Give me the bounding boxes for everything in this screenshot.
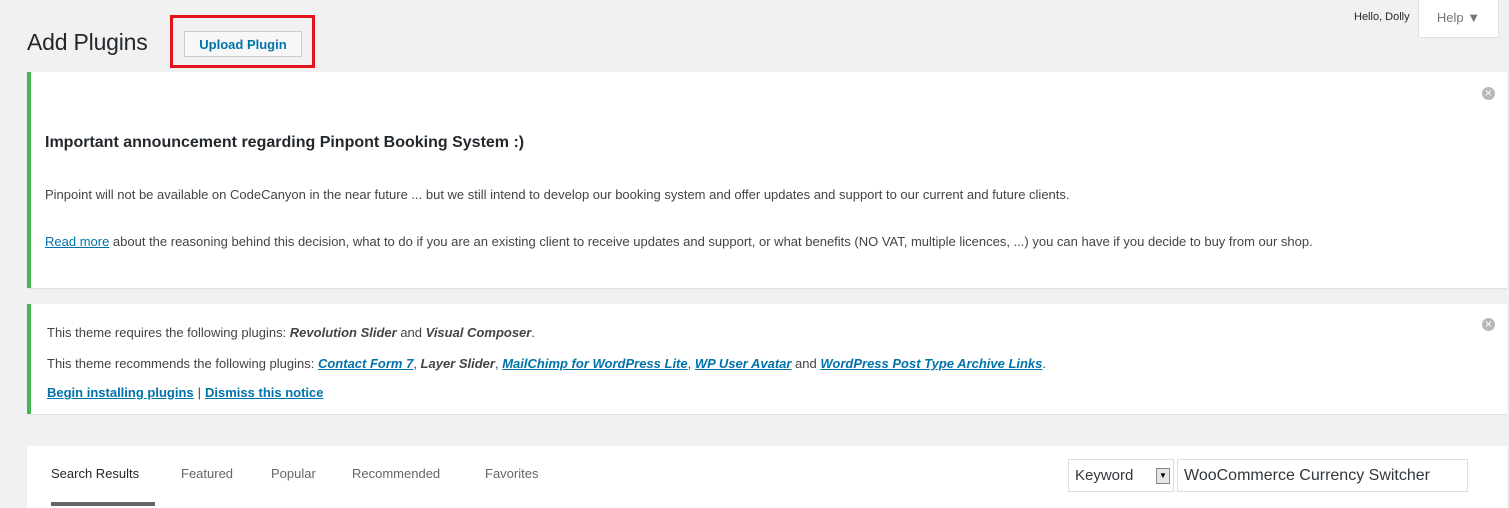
plugin-contact-form-7[interactable]: Contact Form 7 (318, 356, 413, 371)
requires-text: This theme requires the following plugin… (47, 325, 290, 340)
punctuation-text: , (413, 356, 421, 371)
required-plugin: Visual Composer (425, 325, 532, 340)
plugin-actions: Begin installing plugins | Dismiss this no… (47, 385, 324, 400)
dismiss-icon[interactable]: ⨯ (1482, 318, 1495, 331)
punctuation-text: . (1042, 356, 1047, 371)
plugin-search-input[interactable] (1177, 459, 1468, 492)
recommends-line: This theme recommends the following plug… (47, 356, 1046, 371)
announcement-heading: Important announcement regarding Pinpont… (45, 134, 525, 151)
dismiss-notice-link[interactable]: Dismiss this notice (205, 385, 323, 400)
dismiss-icon[interactable]: ⨯ (1482, 87, 1495, 100)
search-type-value: Keyword (1075, 467, 1134, 484)
plugin-wp-user-avatar[interactable]: WP User Avatar (695, 356, 792, 371)
user-greeting: Hello, Dolly (1354, 11, 1410, 23)
punctuation-text: . (531, 325, 535, 340)
recommended-plugin-link: WP User Avatar (695, 356, 792, 371)
recommended-plugin-link: WordPress Post Type Archive Links (820, 356, 1042, 371)
separator: | (197, 385, 202, 400)
readmore-text: about the reasoning behind this decision… (109, 234, 1313, 249)
tab-popular[interactable]: Popular (271, 466, 316, 481)
tab-search-results[interactable]: Search Results (51, 466, 139, 481)
recommended-plugin: Layer Slider (420, 356, 495, 371)
plugin-post-type-archive-links[interactable]: WordPress Post Type Archive Links (820, 356, 1042, 371)
announcement-notice: ⨯ Important announcement regarding Pinpo… (27, 72, 1507, 288)
recommended-plugin-link: MailChimp for WordPress Lite (502, 356, 687, 371)
punctuation-text: , (687, 356, 695, 371)
tab-favorites[interactable]: Favorites (485, 466, 538, 481)
active-tab-indicator (51, 502, 155, 506)
upload-plugin-button[interactable]: Upload Plugin (184, 31, 302, 57)
tab-featured[interactable]: Featured (181, 466, 233, 481)
plugin-filter-bar: Search Results Featured Popular Recommen… (27, 446, 1507, 508)
announcement-paragraph: Pinpoint will not be available on CodeCa… (45, 187, 1070, 202)
page-title: Add Plugins (27, 29, 148, 55)
conjunction-text: and (396, 325, 426, 340)
search-type-select[interactable]: Keyword ▼ (1068, 459, 1174, 492)
recommends-text: This theme recommends the following plug… (47, 356, 318, 371)
required-plugins-notice: ⨯ This theme requires the following plug… (27, 304, 1507, 414)
upload-plugin-highlight: Upload Plugin (170, 15, 315, 68)
announcement-readmore-paragraph: Read more about the reasoning behind thi… (45, 231, 1465, 252)
begin-installing-link[interactable]: Begin installing plugins (47, 385, 194, 400)
help-tab-button[interactable]: Help ▼ (1418, 0, 1499, 38)
requires-line: This theme requires the following plugin… (47, 325, 535, 340)
tab-recommended[interactable]: Recommended (352, 466, 440, 481)
recommended-plugin-link: Contact Form 7 (318, 356, 413, 371)
read-more-link[interactable]: Read more (45, 234, 109, 249)
required-plugin: Revolution Slider (289, 325, 397, 340)
conjunction-text: and (791, 356, 821, 371)
plugin-mailchimp[interactable]: MailChimp for WordPress Lite (502, 356, 687, 371)
chevron-down-icon: ▼ (1156, 468, 1170, 484)
